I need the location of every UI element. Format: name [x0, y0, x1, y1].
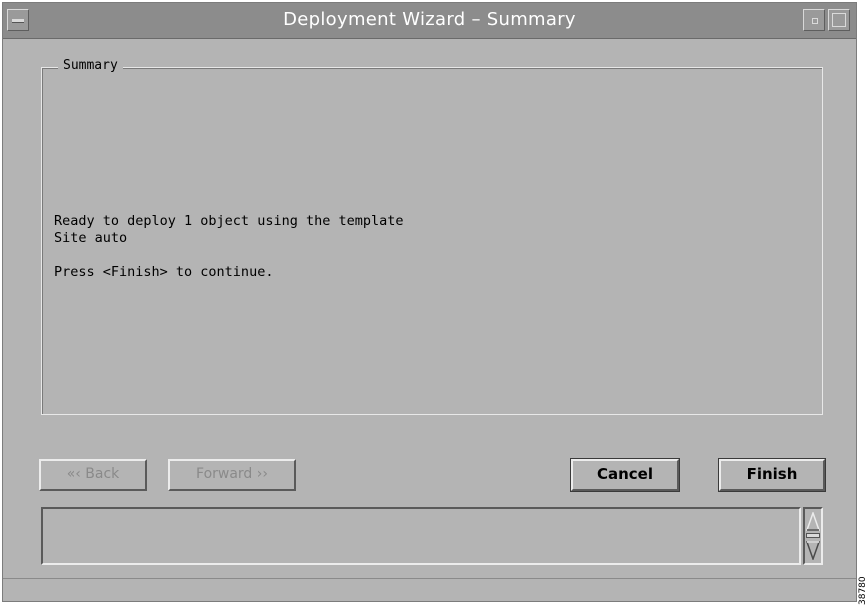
status-scroll-control[interactable] — [803, 507, 823, 565]
scroll-up-arrow-icon[interactable] — [806, 512, 820, 532]
summary-group: Summary Ready to deploy 1 object using t… — [41, 58, 823, 415]
title-bar[interactable]: Deployment Wizard – Summary — [3, 3, 856, 39]
status-message-area — [41, 507, 801, 565]
back-button[interactable]: «‹ Back — [39, 459, 147, 491]
figure-code: 38780 — [858, 576, 867, 605]
minimize-icon — [812, 18, 818, 24]
cancel-button[interactable]: Cancel — [570, 458, 680, 492]
summary-message: Ready to deploy 1 object using the templ… — [54, 213, 404, 280]
window-title: Deployment Wizard – Summary — [283, 9, 576, 30]
scroll-down-arrow-icon[interactable] — [806, 540, 820, 560]
summary-group-label: Summary — [58, 58, 123, 73]
maximize-button[interactable] — [828, 9, 850, 31]
scroll-thumb[interactable] — [806, 533, 820, 538]
maximize-icon — [832, 13, 846, 27]
deployment-wizard-window: Deployment Wizard – Summary Summary Read… — [2, 2, 857, 602]
forward-button[interactable]: Forward ›› — [168, 459, 296, 491]
window-bottom-border — [3, 578, 856, 579]
minimize-button[interactable] — [803, 9, 825, 31]
finish-button[interactable]: Finish — [718, 458, 826, 492]
